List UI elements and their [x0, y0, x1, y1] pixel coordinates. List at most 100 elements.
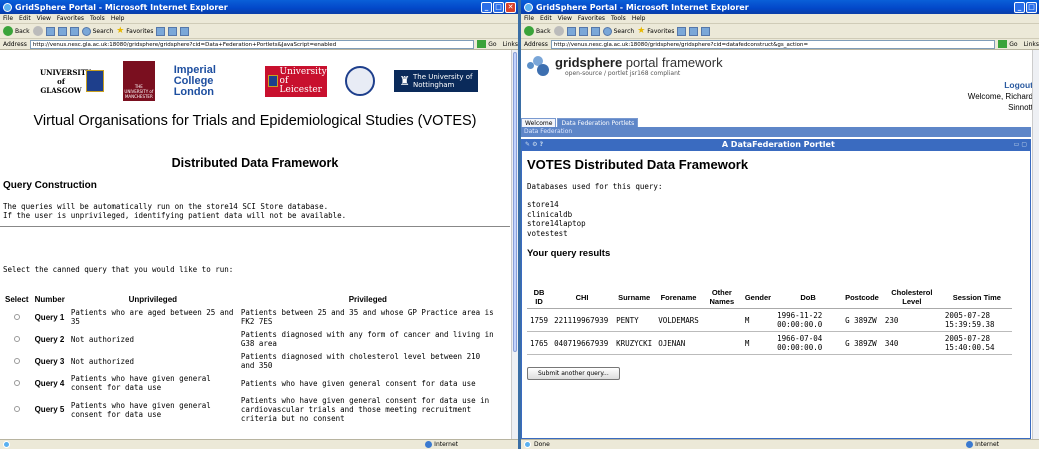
- gridsphere-logo: gridsphere portal framework open-source …: [527, 56, 723, 77]
- menu-favorites[interactable]: Favorites: [57, 15, 84, 22]
- right-address-bar: Address http://venus.nesc.gla.ac.uk:1808…: [521, 39, 1039, 50]
- database-list: store14 clinicaldb store14laptop voteste…: [527, 200, 1025, 238]
- cell-other-names: [701, 308, 742, 332]
- search-button[interactable]: Search: [602, 26, 634, 36]
- cell-db-id: 1759: [527, 308, 552, 332]
- history-icon[interactable]: [677, 26, 687, 36]
- print-icon[interactable]: [701, 26, 711, 36]
- menu-edit[interactable]: Edit: [540, 15, 552, 22]
- menu-file[interactable]: File: [524, 15, 534, 22]
- query-2-radio[interactable]: [13, 335, 20, 342]
- right-statusbar: Done Internet: [521, 439, 1039, 449]
- page-icon: [3, 441, 10, 448]
- minimize-icon[interactable]: _: [1014, 1, 1025, 13]
- menu-edit[interactable]: Edit: [19, 15, 31, 22]
- address-input[interactable]: http://venus.nesc.gla.ac.uk:18080/gridsp…: [550, 39, 996, 49]
- links-label[interactable]: Links: [1024, 41, 1039, 48]
- right-browser-window: GridSphere Portal - Microsoft Internet E…: [521, 0, 1039, 449]
- maximize-icon[interactable]: □: [1026, 1, 1037, 13]
- menu-view[interactable]: View: [37, 15, 51, 22]
- query-3-radio[interactable]: [13, 357, 20, 364]
- portlet-window-icons[interactable]: ▭ ▢: [1010, 141, 1031, 148]
- menu-tools[interactable]: Tools: [90, 15, 105, 22]
- results-heading: Your query results: [527, 248, 611, 259]
- col-surname: Surname: [613, 286, 656, 309]
- home-icon[interactable]: [590, 26, 600, 36]
- go-button[interactable]: Go: [477, 40, 499, 48]
- table-header: DB ID CHI Surname Forename Other Names G…: [527, 286, 1012, 309]
- col-postcode: Postcode: [842, 286, 882, 309]
- col-gender: Gender: [741, 286, 775, 309]
- cell-postcode: G 389ZW: [842, 331, 882, 355]
- submit-another-query-button[interactable]: Submit another query...: [527, 367, 620, 380]
- maximize-icon[interactable]: □: [493, 1, 504, 13]
- query-table: Select Number Unprivileged Privileged Qu…: [2, 293, 498, 425]
- query-number: Query 3: [34, 356, 65, 366]
- subtab-bar: Data Federation: [521, 127, 1031, 137]
- status-text: Done: [534, 441, 550, 448]
- mail-icon[interactable]: [168, 26, 178, 36]
- table-row: Query 2 Not authorized Patients diagnose…: [2, 328, 498, 350]
- cell-chi: 040719667939: [551, 331, 614, 355]
- address-label: Address: [3, 40, 27, 48]
- menu-file[interactable]: File: [3, 15, 13, 22]
- menu-help[interactable]: Help: [111, 15, 125, 22]
- right-toolbar: Back Search ★ Favorites: [521, 24, 1039, 39]
- stop-icon[interactable]: [45, 26, 55, 36]
- query-unprivileged: Patients who have given general consent …: [70, 374, 211, 392]
- header-number: Number: [34, 295, 65, 304]
- favorites-button[interactable]: ★ Favorites: [116, 26, 153, 36]
- forward-arrow-icon[interactable]: [32, 26, 43, 36]
- list-item: votestest: [527, 228, 568, 238]
- right-scrollbar[interactable]: [1032, 50, 1039, 439]
- cell-chi: 221119967939: [551, 308, 614, 332]
- query-privileged: Patients who have given general consent …: [240, 378, 476, 388]
- table-row: 1765 040719667939 KRUZYCKI OJENAN M 1966…: [527, 331, 1012, 355]
- close-icon[interactable]: ✕: [505, 1, 516, 13]
- scrollbar-thumb[interactable]: [513, 52, 517, 352]
- refresh-icon[interactable]: [57, 26, 67, 36]
- table-row: Query 4 Patients who have given general …: [2, 372, 498, 394]
- forward-arrow-icon[interactable]: [553, 26, 564, 36]
- logout-link[interactable]: Logout: [968, 80, 1033, 91]
- mail-icon[interactable]: [689, 26, 699, 36]
- divider: [0, 226, 510, 227]
- right-window-title: GridSphere Portal - Microsoft Internet E…: [536, 2, 749, 12]
- query-5-radio[interactable]: [13, 406, 20, 412]
- left-scrollbar[interactable]: [511, 50, 518, 439]
- query-privileged: Patients diagnosed with any form of canc…: [240, 330, 494, 348]
- menu-tools[interactable]: Tools: [611, 15, 626, 22]
- query-1-radio[interactable]: [13, 313, 20, 320]
- history-icon[interactable]: [156, 26, 166, 36]
- menu-favorites[interactable]: Favorites: [578, 15, 605, 22]
- ie-icon: [3, 2, 12, 12]
- left-statusbar: Internet: [0, 439, 518, 449]
- col-other-names: Other Names: [701, 286, 742, 309]
- search-button[interactable]: Search: [81, 26, 113, 36]
- back-button[interactable]: Back: [524, 26, 551, 36]
- cell-session-time: 2005-07-28 15:39:59.38: [941, 308, 1012, 332]
- col-cholesterol: Cholesterol Level: [881, 286, 942, 309]
- go-button[interactable]: Go: [998, 40, 1020, 48]
- cell-surname: PENTY: [613, 308, 656, 332]
- stop-icon[interactable]: [566, 26, 576, 36]
- address-input[interactable]: http://venus.nesc.gla.ac.uk:18080/gridsp…: [29, 39, 475, 49]
- subtab-data-federation[interactable]: Data Federation: [524, 128, 572, 135]
- left-address-bar: Address http://venus.nesc.gla.ac.uk:1808…: [0, 39, 518, 50]
- manchester-logo: THE UNIVERSITY of MANCHESTER: [122, 61, 155, 101]
- imperial-logo: Imperial College London: [173, 63, 216, 98]
- right-menubar: File Edit View Favorites Tools Help: [521, 14, 1039, 24]
- menu-view[interactable]: View: [558, 15, 572, 22]
- print-icon[interactable]: [180, 26, 190, 36]
- query-4-radio[interactable]: [13, 379, 20, 386]
- results-table: DB ID CHI Surname Forename Other Names G…: [527, 286, 1012, 355]
- portlet-edit-icon[interactable]: ✎ ⚙ ?: [521, 141, 547, 148]
- university-seal-icon: [345, 66, 376, 96]
- minimize-icon[interactable]: _: [481, 1, 492, 13]
- refresh-icon[interactable]: [578, 26, 588, 36]
- links-label[interactable]: Links: [503, 41, 518, 48]
- favorites-button[interactable]: ★ Favorites: [637, 26, 674, 36]
- back-button[interactable]: Back: [3, 26, 30, 36]
- menu-help[interactable]: Help: [632, 15, 646, 22]
- home-icon[interactable]: [69, 26, 79, 36]
